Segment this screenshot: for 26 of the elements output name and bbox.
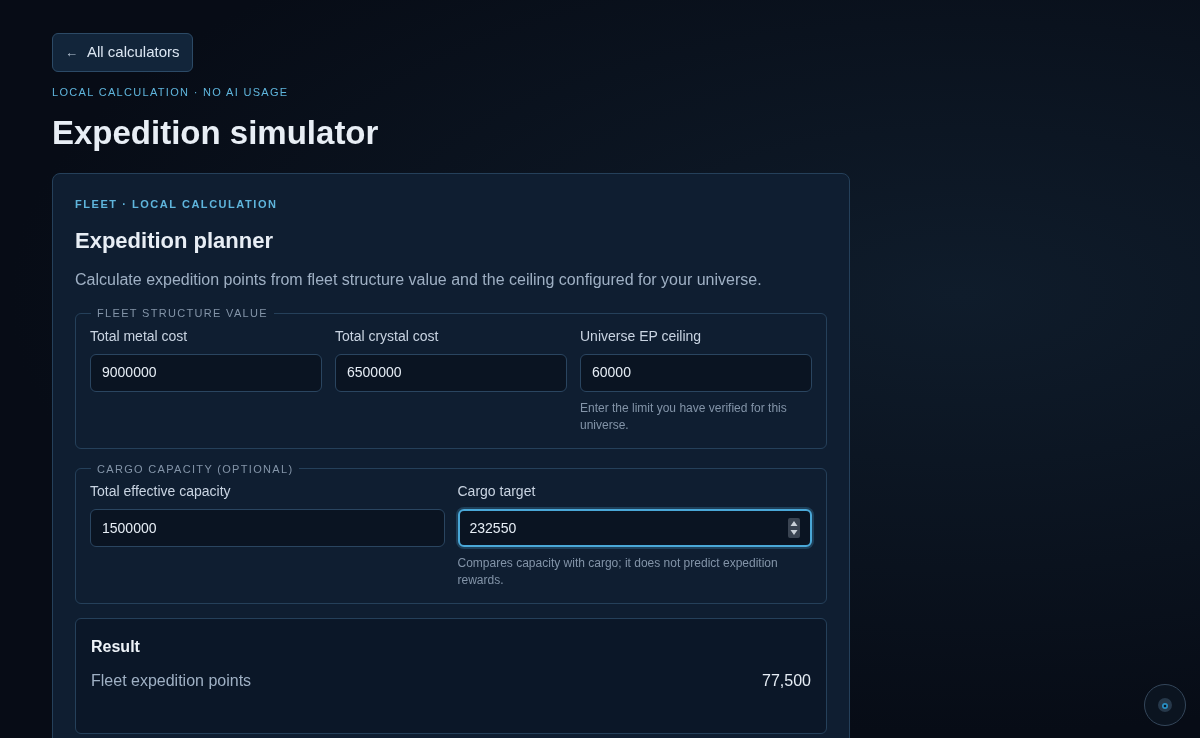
field-label: Total crystal cost <box>335 326 440 346</box>
eyebrow-text: LOCAL CALCULATION · NO AI USAGE <box>52 85 290 100</box>
field-hint: Enter the limit you have verified for this universe. <box>580 399 788 434</box>
result-title: Result <box>91 637 141 657</box>
page-title: Expedition simulator <box>52 112 380 153</box>
eye-icon <box>1157 697 1173 713</box>
card-title: Expedition planner <box>75 227 275 255</box>
number-field[interactable]: 9000000 <box>90 353 322 392</box>
arrow-left-icon: ← <box>65 42 78 63</box>
field-label: Universe EP ceiling <box>580 326 703 346</box>
field-label: Cargo target <box>457 482 537 501</box>
fieldset-legend: CARGO CAPACITY (OPTIONAL) <box>91 460 300 477</box>
card-description: Calculate expedition points from fleet structure value and the ceiling configured for your universe. <box>75 270 763 290</box>
field-label: Total effective capacity <box>90 482 232 501</box>
fieldset-legend: FLEET STRUCTURE VALUE <box>91 305 274 322</box>
card-eyebrow: FLEET · LOCAL CALCULATION <box>75 196 279 212</box>
spinner-icon[interactable] <box>788 518 800 538</box>
result-value: 77,500 <box>762 671 811 691</box>
number-field[interactable]: 232550 <box>457 509 812 547</box>
field-hint: Compares capacity with cargo; it does not predict expedition rewards. <box>457 555 779 589</box>
number-field[interactable]: 60000 <box>580 353 812 392</box>
result-label: Fleet expedition points <box>91 671 252 691</box>
number-field[interactable]: 6500000 <box>335 353 567 392</box>
number-field[interactable]: 1500000 <box>90 509 445 547</box>
back-button[interactable]: ← All calculators <box>52 33 193 72</box>
field-label: Total metal cost <box>90 326 189 346</box>
